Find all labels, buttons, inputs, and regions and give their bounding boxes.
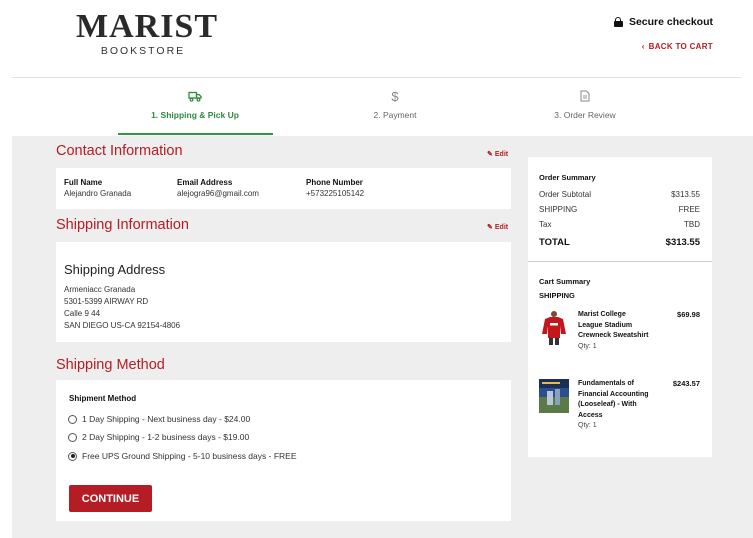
document-icon — [505, 88, 665, 104]
back-to-cart-link[interactable]: ‹ BACK TO CART — [642, 42, 713, 51]
phone-value: +573225105142 — [306, 189, 365, 198]
cart-item[interactable]: Marist College League Stadium Crewneck S… — [539, 310, 704, 366]
email-value: alejogra96@gmail.com — [177, 189, 259, 198]
shipping-info-heading: Shipping Information — [56, 217, 189, 233]
summary-divider — [528, 261, 712, 262]
dollar-icon: $ — [391, 88, 399, 104]
pencil-icon: ✎ — [487, 151, 493, 158]
radio-button[interactable] — [68, 414, 77, 424]
summary-label: SHIPPING — [539, 205, 578, 214]
continue-button[interactable]: CONTINUE — [69, 485, 152, 512]
cart-summary-title: Cart Summary — [539, 277, 591, 286]
contact-edit-link[interactable]: ✎ Edit — [487, 150, 509, 159]
shipping-option-label: 1 Day Shipping - Next business day - $24… — [82, 414, 251, 424]
order-summary-panel: Order Summary Order Subtotal $313.55 SHI… — [528, 157, 712, 457]
lock-icon — [613, 17, 623, 27]
summary-value: TBD — [684, 220, 700, 229]
shipping-address-title: Shipping Address — [64, 262, 166, 277]
summary-value: $313.55 — [671, 190, 700, 199]
cart-item-name: Fundamentals of Financial Accounting (Lo… — [578, 379, 650, 432]
pencil-icon: ✎ — [487, 224, 493, 231]
shipping-method-heading: Shipping Method — [56, 357, 165, 373]
shipping-option-2-day[interactable]: 2 Day Shipping - 1-2 business days - $19… — [68, 432, 249, 442]
sweatshirt-thumbnail — [542, 311, 566, 345]
total-value: $313.55 — [665, 237, 700, 248]
shipping-edit-link[interactable]: ✎ Edit — [487, 223, 509, 232]
radio-button-selected[interactable] — [68, 451, 77, 461]
shipping-option-label: 2 Day Shipping - 1-2 business days - $19… — [82, 432, 250, 442]
full-name-value: Alejandro Granada — [64, 189, 132, 198]
cart-item-price: $69.98 — [677, 310, 700, 319]
logo-subtitle: BOOKSTORE — [100, 45, 186, 57]
full-name-field: Full Name Alejandro Granada — [64, 177, 131, 199]
step-shipping-label: 1. Shipping & Pick Up — [151, 110, 239, 120]
step-order-review-label: 3. Order Review — [554, 110, 616, 120]
textbook-thumbnail — [539, 379, 569, 413]
active-step-indicator — [118, 133, 273, 135]
summary-label: Order Subtotal — [539, 190, 592, 199]
shipping-info-card: Shipping Address Armeniacc Granada 5301-… — [56, 242, 511, 342]
secure-checkout-label: Secure checkout — [628, 16, 713, 28]
shipping-address-lines: Armeniacc Granada 5301-5399 AIRWAY RD Ca… — [64, 284, 180, 332]
item-qty: Qty: 1 — [578, 422, 597, 429]
step-payment-label: 2. Payment — [373, 110, 417, 120]
step-shipping[interactable]: 1. Shipping & Pick Up — [115, 88, 275, 120]
summary-row-total: TOTAL $313.55 — [539, 237, 700, 248]
email-label: Email Address — [177, 178, 233, 187]
cart-item[interactable]: Fundamentals of Financial Accounting (Lo… — [539, 379, 704, 445]
email-field: Email Address alejogra96@gmail.com — [177, 177, 259, 199]
header-divider — [12, 77, 741, 78]
cart-item-name: Marist College League Stadium Crewneck S… — [578, 310, 650, 352]
full-name-label: Full Name — [64, 178, 103, 187]
shipping-method-card: Shipment Method 1 Day Shipping - Next bu… — [56, 380, 511, 521]
summary-label: Tax — [539, 220, 552, 229]
item-title: Marist College League Stadium Crewneck S… — [578, 311, 649, 339]
address-line: SAN DIEGO US-CA 92154-4806 — [64, 321, 181, 330]
cart-item-price: $243.57 — [672, 379, 700, 388]
item-qty: Qty: 1 — [578, 342, 597, 350]
back-to-cart-label: BACK TO CART — [648, 42, 713, 51]
step-payment[interactable]: $ 2. Payment — [315, 88, 475, 121]
total-label: TOTAL — [539, 237, 570, 248]
chevron-left-icon: ‹ — [641, 42, 645, 51]
address-line: Calle 9 44 — [64, 309, 101, 318]
shipping-option-label: Free UPS Ground Shipping - 5-10 business… — [82, 451, 297, 461]
cart-shipping-label: SHIPPING — [539, 291, 575, 300]
contact-edit-label: Edit — [494, 150, 509, 158]
shipping-option-ups-ground[interactable]: Free UPS Ground Shipping - 5-10 business… — [68, 451, 297, 461]
address-line: 5301-5399 AIRWAY RD — [64, 297, 149, 306]
summary-value: FREE — [678, 205, 700, 214]
radio-button[interactable] — [68, 432, 77, 442]
step-order-review[interactable]: 3. Order Review — [505, 88, 665, 120]
summary-row-shipping: SHIPPING FREE — [539, 205, 700, 214]
shipment-method-label: Shipment Method — [69, 394, 137, 403]
shipping-option-1-day[interactable]: 1 Day Shipping - Next business day - $24… — [68, 414, 250, 424]
contact-info-card: Full Name Alejandro Granada Email Addres… — [56, 168, 511, 209]
shipping-edit-label: Edit — [494, 223, 509, 231]
summary-row-subtotal: Order Subtotal $313.55 — [539, 190, 700, 199]
truck-icon — [115, 88, 275, 104]
phone-label: Phone Number — [306, 178, 363, 187]
contact-info-heading: Contact Information — [56, 143, 183, 159]
phone-field: Phone Number +573225105142 — [306, 177, 364, 199]
marist-bookstore-logo[interactable]: MARIST BOOKSTORE — [76, 8, 219, 58]
logo-wordmark: MARIST — [76, 8, 219, 45]
item-title: Fundamentals of Financial Accounting (Lo… — [578, 380, 649, 419]
summary-row-tax: Tax TBD — [539, 220, 700, 229]
secure-checkout-indicator: Secure checkout — [613, 16, 713, 28]
address-line: Armeniacc Granada — [64, 285, 136, 294]
order-summary-title: Order Summary — [539, 173, 596, 182]
